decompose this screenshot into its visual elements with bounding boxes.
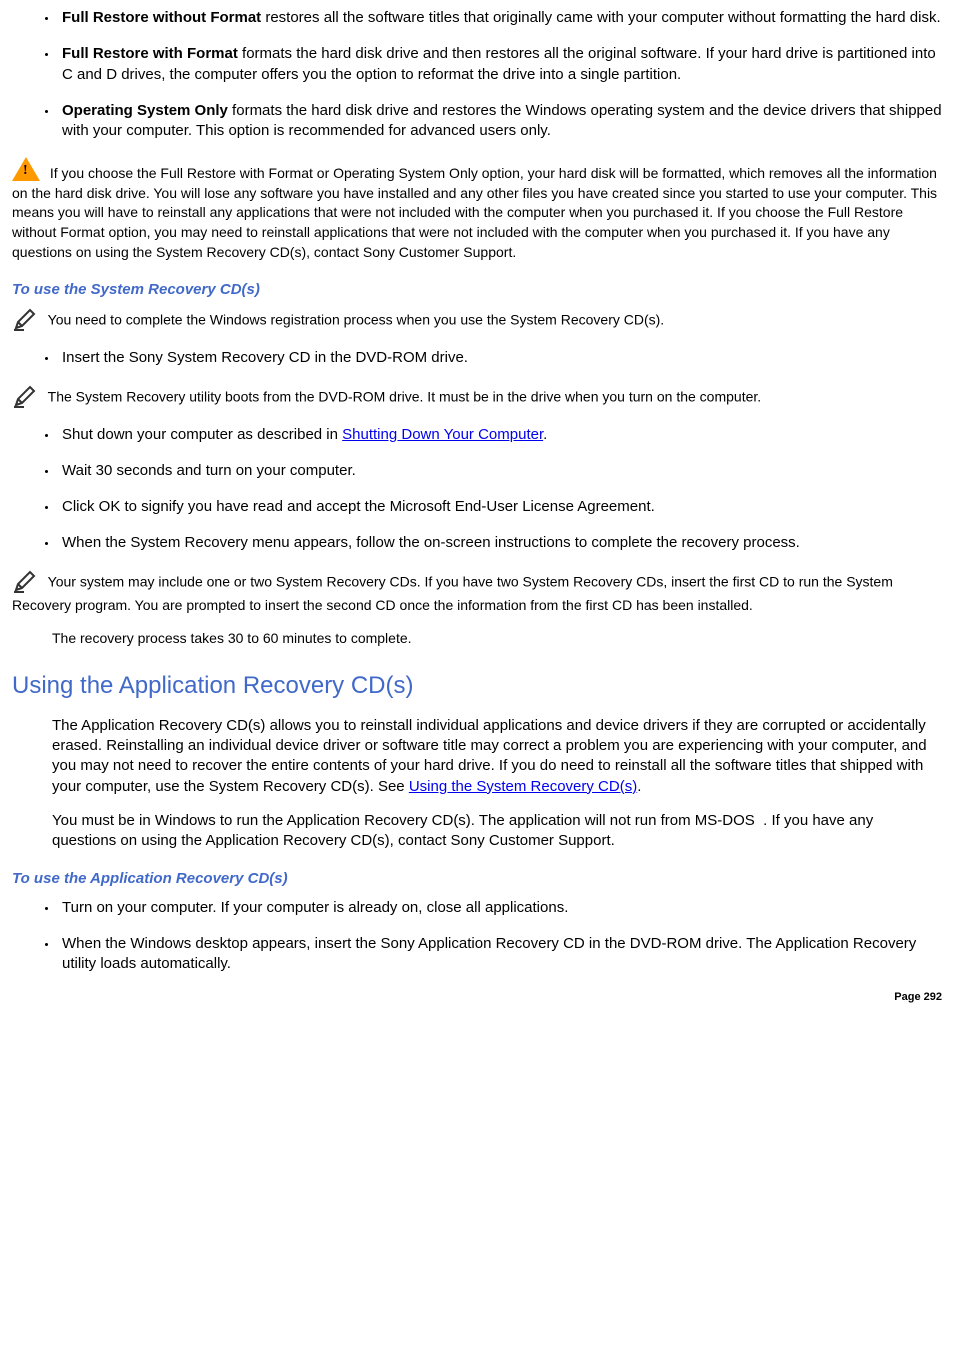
- subheading-application-recovery: To use the Application Recovery CD(s): [12, 869, 942, 889]
- subheading-system-recovery: To use the System Recovery CD(s): [12, 280, 942, 300]
- warning-block: If you choose the Full Restore with Form…: [12, 157, 942, 262]
- list-item: Wait 30 seconds and turn on your compute…: [58, 461, 942, 481]
- recovery-options-list: Full Restore without Format restores all…: [12, 8, 942, 141]
- pencil-note-icon: [12, 308, 40, 332]
- page-number: Page 292: [12, 990, 942, 1005]
- note-block: The System Recovery utility boots from t…: [12, 385, 942, 411]
- time-note: The recovery process takes 30 to 60 minu…: [12, 629, 942, 648]
- pencil-note-icon: [12, 570, 40, 594]
- list-item: When the Windows desktop appears, insert…: [58, 934, 942, 975]
- option-title: Operating System Only: [62, 102, 228, 119]
- option-title: Full Restore without Format: [62, 9, 261, 26]
- system-recovery-link[interactable]: Using the System Recovery CD(s): [409, 778, 637, 795]
- note-text: Your system may include one or two Syste…: [12, 573, 893, 612]
- step-list-2: Shut down your computer as described in …: [12, 425, 942, 554]
- note-text: You need to complete the Windows registr…: [44, 312, 664, 328]
- heading-application-recovery: Using the Application Recovery CD(s): [12, 670, 942, 702]
- step-text-pre: Shut down your computer as described in: [62, 426, 342, 443]
- app-step-list: Turn on your computer. If your computer …: [12, 898, 942, 975]
- list-item: Click OK to signify you have read and ac…: [58, 497, 942, 517]
- list-item: Turn on your computer. If your computer …: [58, 898, 942, 918]
- option-title: Full Restore with Format: [62, 45, 238, 62]
- list-item: Operating System Only formats the hard d…: [58, 101, 942, 142]
- shutdown-link[interactable]: Shutting Down Your Computer: [342, 426, 543, 443]
- list-item: Full Restore without Format restores all…: [58, 8, 942, 28]
- app-recovery-paragraph-1: The Application Recovery CD(s) allows yo…: [12, 716, 942, 797]
- step-text-post: .: [543, 426, 547, 443]
- pencil-note-icon: [12, 385, 40, 409]
- note-text: The System Recovery utility boots from t…: [44, 388, 761, 404]
- para-text-post: .: [637, 778, 641, 795]
- list-item: Shut down your computer as described in …: [58, 425, 942, 445]
- app-recovery-paragraph-2: You must be in Windows to run the Applic…: [12, 811, 942, 852]
- option-text: restores all the software titles that or…: [261, 9, 940, 26]
- warning-text: If you choose the Full Restore with Form…: [12, 165, 937, 259]
- list-item: Insert the Sony System Recovery CD in th…: [58, 348, 942, 368]
- note-block: Your system may include one or two Syste…: [12, 570, 942, 615]
- note-block: You need to complete the Windows registr…: [12, 308, 942, 334]
- list-item: Full Restore with Format formats the har…: [58, 44, 942, 85]
- list-item: When the System Recovery menu appears, f…: [58, 533, 942, 553]
- warning-icon: [12, 157, 40, 181]
- step-list: Insert the Sony System Recovery CD in th…: [12, 348, 942, 368]
